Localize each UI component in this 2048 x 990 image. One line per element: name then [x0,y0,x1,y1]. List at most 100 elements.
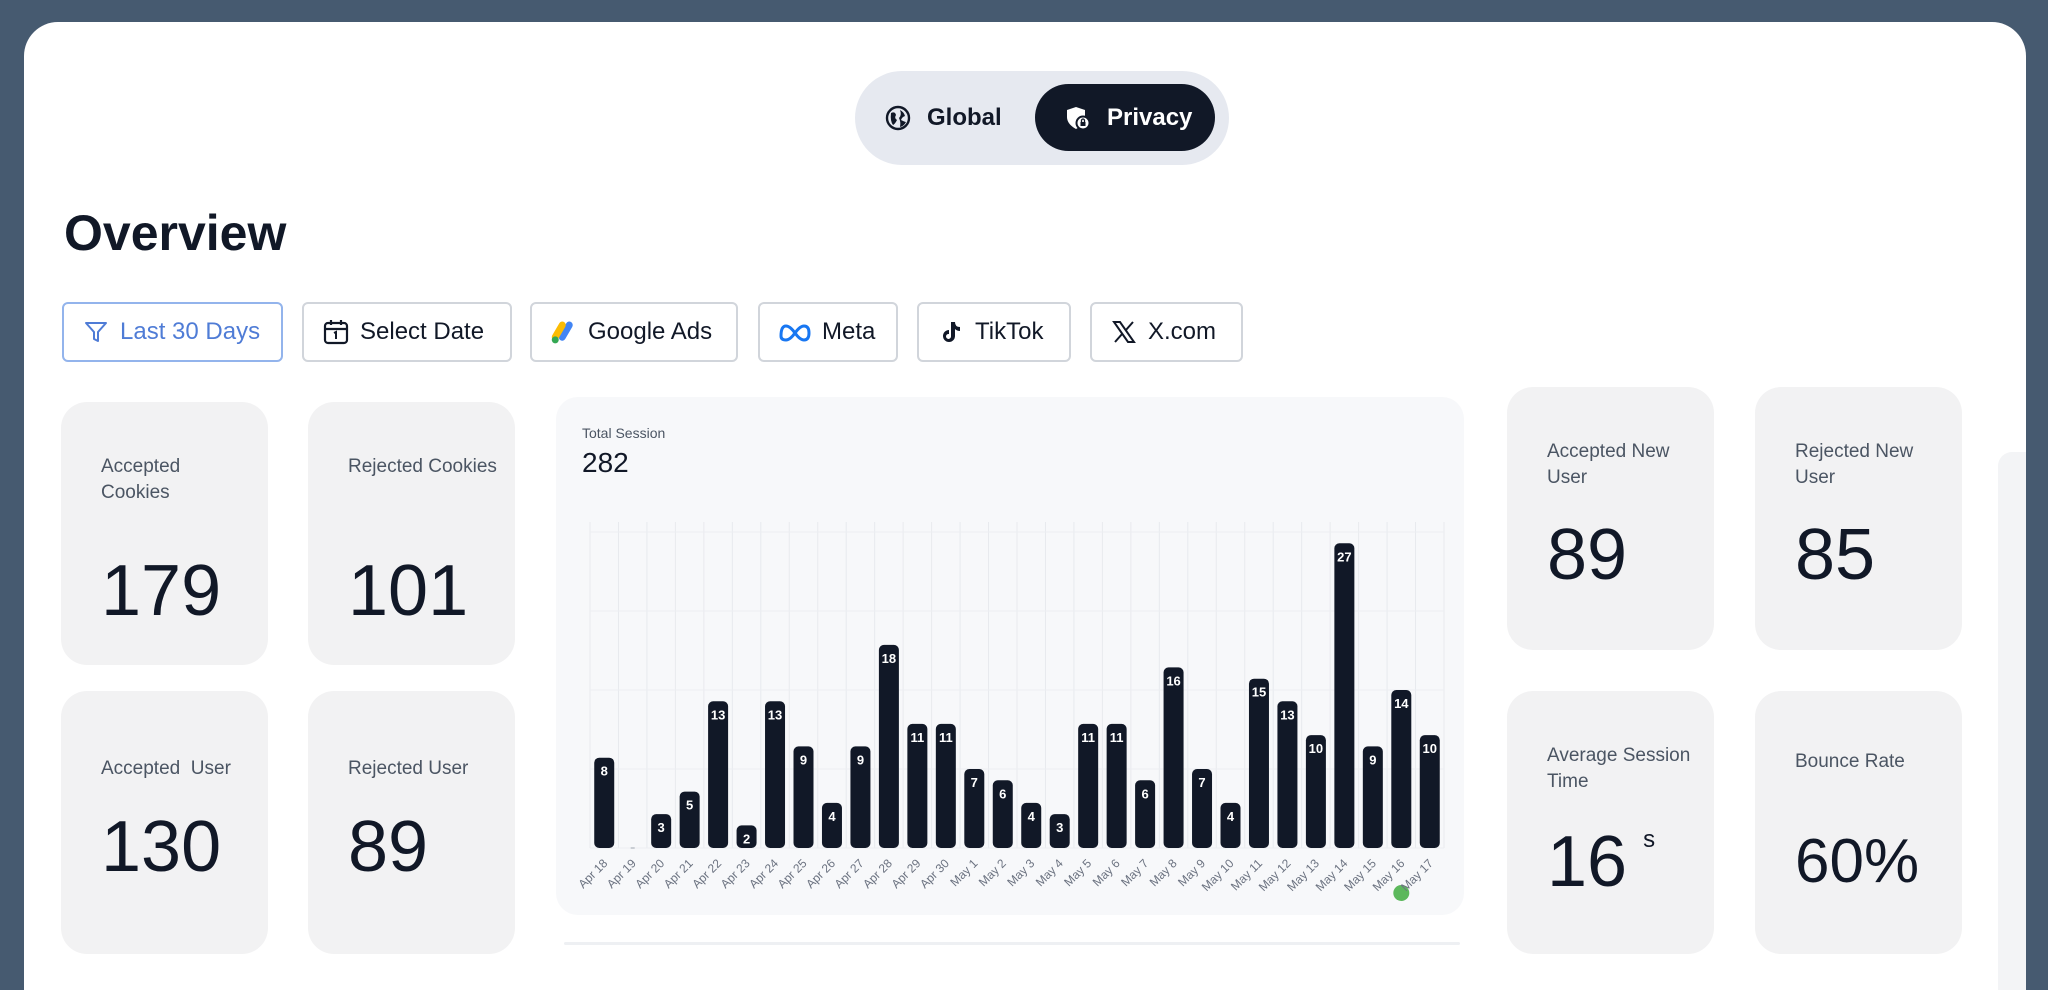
chart-data-label: 13 [768,707,782,722]
toggle-privacy-label: Privacy [1107,103,1193,131]
chart-bar[interactable] [708,701,729,848]
chart-tick-label: Apr 30 [917,856,952,891]
chart-data-label: 13 [1280,707,1294,722]
chart-tick-label: Apr 22 [689,856,724,891]
card-bounce-rate: Bounce Rate 60% [1755,691,1962,954]
chart-data-label: 2 [743,831,750,846]
shield-lock-icon [1065,105,1091,131]
tiktok-icon [937,318,965,346]
card-accepted-new-user: Accepted New User 89 [1507,387,1714,650]
view-toggle: Global Privacy [855,71,1229,165]
filter-google-ads[interactable]: Google Ads [530,302,738,362]
filter-tiktok[interactable]: TikTok [917,302,1071,362]
card-label: Accepted User [101,758,231,779]
filter-last-30-days[interactable]: Last 30 Days [62,302,283,362]
chart-tick-label: Apr 25 [775,856,810,891]
chart-data-label: 4 [1028,809,1036,824]
chart-data-label: 9 [857,752,864,767]
chart-bar[interactable] [765,701,786,848]
chart-data-label: 8 [601,764,608,779]
card-value: 89 [348,807,429,887]
card-rejected-user: Rejected User 89 [308,691,515,954]
toggle-privacy[interactable]: Privacy [1035,84,1215,151]
filter-tiktok-label: TikTok [975,318,1044,345]
chart-data-label: 11 [1110,730,1124,745]
filter-xcom-label: X.com [1148,318,1217,345]
chart-tick-label: Apr 18 [575,856,610,891]
chart-tick-label: Apr 19 [604,856,639,891]
card-label: Accepted New User [1547,441,1670,488]
card-value-number: 16 [1547,822,1628,902]
card-rejected-cookies: Rejected Cookies 101 [308,402,515,665]
card-label: Average Session Time [1547,745,1691,792]
chart-tick-label: Apr 24 [746,856,781,891]
side-scroll-area [1998,452,2026,990]
card-value: 130 [101,807,222,887]
chart-data-label: 5 [686,798,693,813]
chart-bar[interactable] [878,644,899,848]
chart-bar[interactable] [1248,678,1269,848]
calendar-icon [322,318,350,346]
chart-data-label: 4 [828,809,836,824]
card-label: Bounce Rate [1795,751,1905,772]
chart-tick-label: Apr 20 [632,856,667,891]
chart-data-label: 11 [910,730,924,745]
card-value-unit: s [1643,826,1656,853]
chart-tick-label: May 1 [947,856,980,889]
chart-data-label: 3 [658,820,665,835]
total-session-chart: Total Session 282 8 Apr 18 Apr 19 3 Apr 20 5 A… [556,397,1464,915]
card-average-session-time: Average Session Time 16 s [1507,691,1714,954]
chart-tick-label: May 10 [1199,856,1237,894]
chart-data-label: 18 [882,651,896,666]
chart-data-label: 10 [1309,741,1323,756]
chart-divider [564,942,1460,945]
card-value: 179 [101,551,222,631]
filter-last-30-days-label: Last 30 Days [120,318,261,345]
chart-tick-label: May 2 [976,856,1009,889]
chart-data-label: 14 [1394,696,1409,711]
chart-data-label: 13 [711,707,725,722]
chart-data-label: 3 [1056,820,1063,835]
filter-meta[interactable]: Meta [758,302,898,362]
toggle-global-label: Global [927,103,1002,131]
chart-tick-label: May 5 [1061,856,1094,889]
chart-data-label: 16 [1166,673,1180,688]
filter-select-date-label: Select Date [360,318,485,345]
chart-data-label: 11 [1081,730,1095,745]
page-title: Overview [64,205,287,261]
chart-tick-label: Apr 23 [718,856,753,891]
filter-xcom[interactable]: X.com [1090,302,1243,362]
google-ads-icon [550,318,578,346]
card-label: Rejected New User [1795,441,1914,488]
card-value: 60% [1795,827,1920,896]
app-frame: Global Privacy Overview Last 30 Days Sel… [24,22,2026,990]
chart-data-label: 10 [1423,741,1437,756]
x-logo-icon [1110,318,1138,346]
chart-data-label: 6 [1141,786,1148,801]
filter-select-date[interactable]: Select Date [302,302,512,362]
chart-tick-label: Apr 28 [860,856,895,891]
chart-data-label: 9 [800,752,807,767]
chart-bar[interactable] [1277,701,1298,848]
chart-tick-label: May 17 [1398,856,1436,894]
card-value: 89 [1547,515,1628,595]
chart-tick-label: May 3 [1004,856,1037,889]
card-rejected-new-user: Rejected New User 85 [1755,387,1962,650]
card-accepted-user: Accepted User 130 [61,691,268,954]
funnel-icon [82,318,110,346]
chart-data-label: 9 [1369,752,1376,767]
filter-google-ads-label: Google Ads [588,318,713,345]
chart-tick-label: May 7 [1118,856,1151,889]
chart-bar[interactable] [1391,690,1412,848]
chart-data-label: 27 [1337,549,1351,564]
chart-data-label: 11 [939,730,953,745]
chart-bar[interactable] [1163,667,1184,848]
chart-data-label: 4 [1227,809,1235,824]
chart-bar[interactable] [1334,543,1355,848]
card-label: Rejected Cookies [348,456,497,477]
chart-tick-label: May 4 [1033,856,1066,889]
chart-data-label: 6 [999,786,1006,801]
toggle-global[interactable]: Global [885,84,1035,151]
filter-meta-label: Meta [822,318,876,345]
chart-tick-label: Apr 21 [661,856,696,891]
